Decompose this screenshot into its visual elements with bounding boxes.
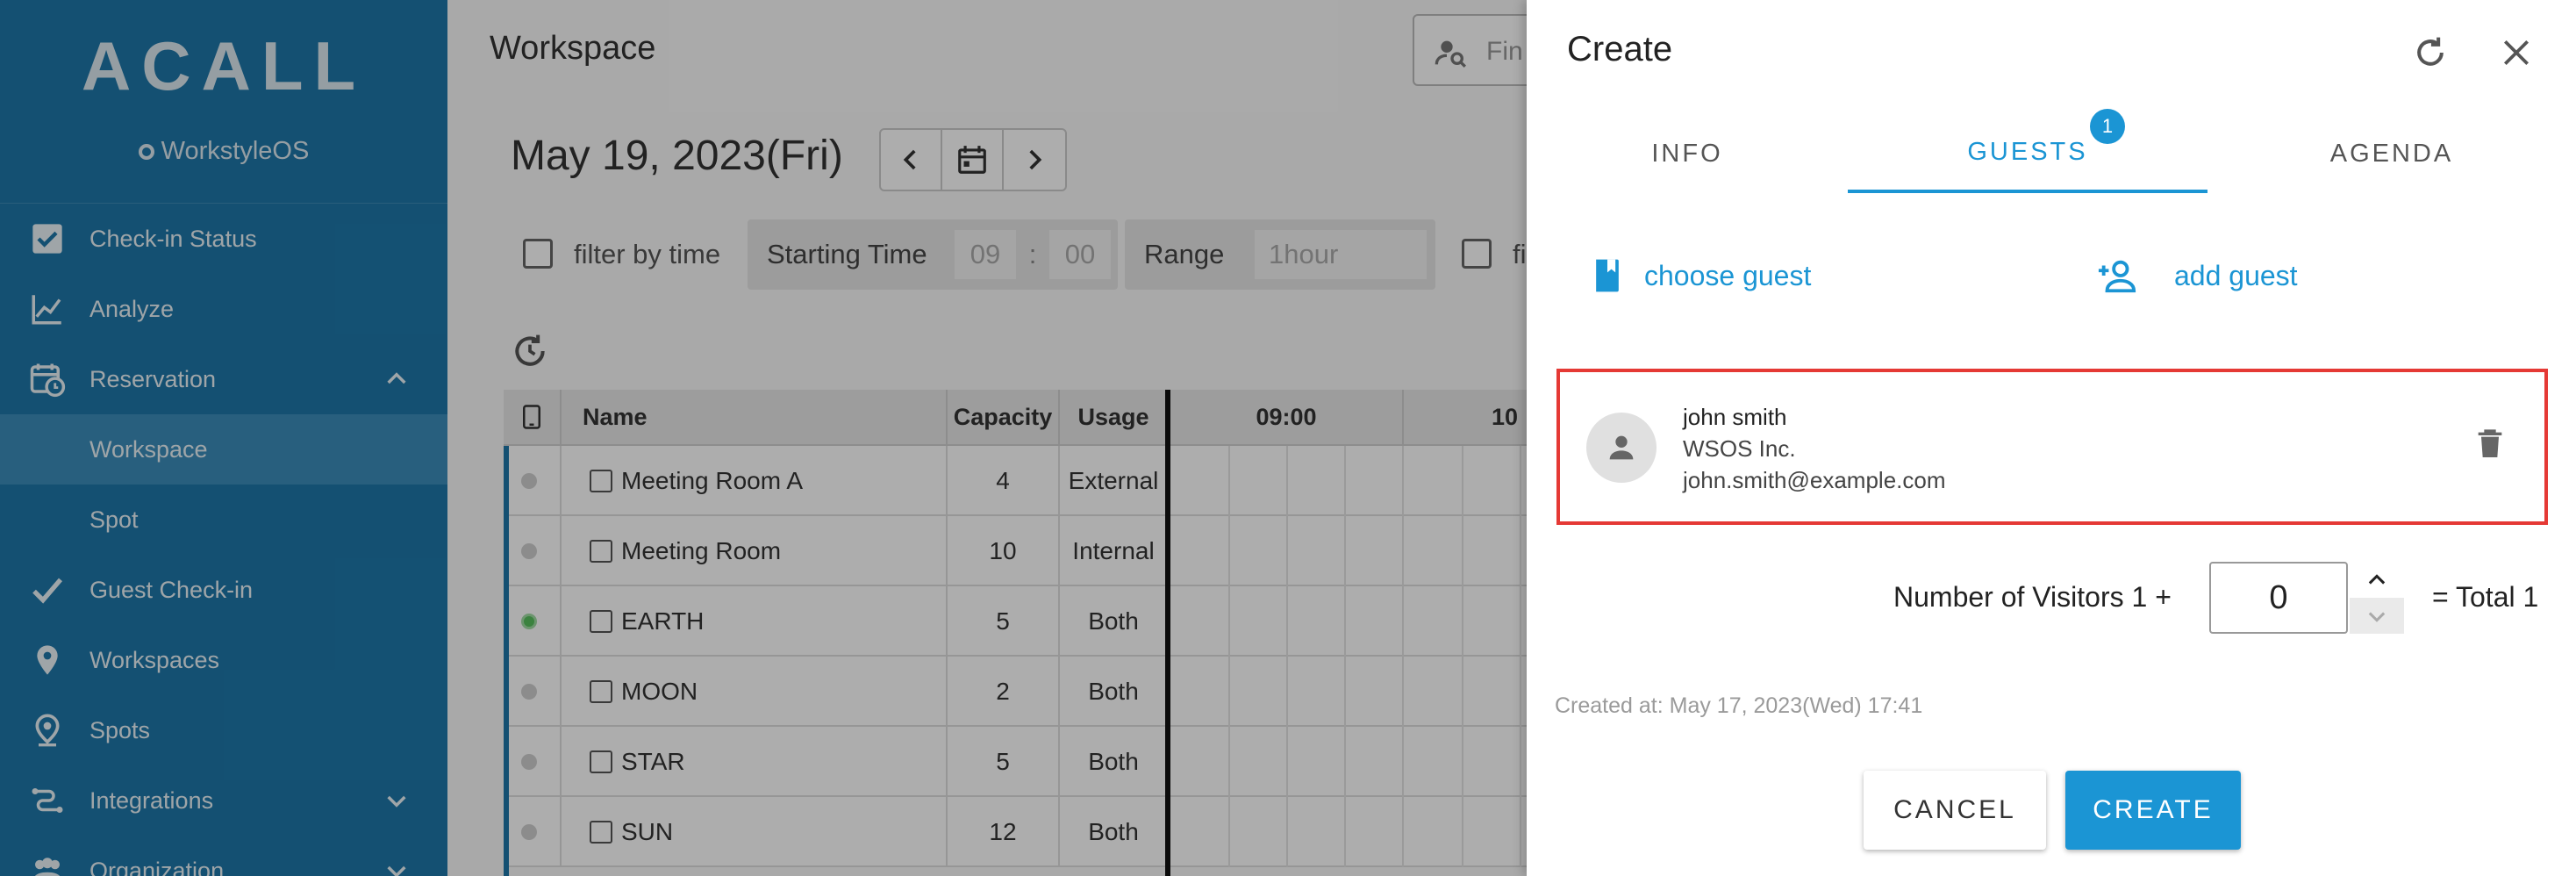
tab-info[interactable]: INFO <box>1527 114 1848 193</box>
person-icon <box>1609 435 1634 460</box>
chevron-down-icon <box>2368 611 2386 622</box>
visitors-stepper <box>2350 562 2404 634</box>
choose-guest-button[interactable]: choose guest <box>1588 248 1811 304</box>
chevron-up-icon <box>2368 573 2386 585</box>
reset-icon[interactable] <box>2409 32 2451 74</box>
tab-guests[interactable]: GUESTS 1 <box>1848 109 2207 193</box>
trash-icon <box>2478 429 2502 457</box>
guest-email: john.smith@example.com <box>1683 467 1946 493</box>
add-person-icon <box>2098 260 2136 293</box>
visitors-input[interactable]: 0 <box>2209 562 2348 634</box>
guests-count-badge: 1 <box>2090 109 2125 144</box>
close-icon[interactable] <box>2495 32 2537 74</box>
modal-backdrop[interactable] <box>0 0 1527 876</box>
cancel-button[interactable]: CANCEL <box>1864 771 2046 850</box>
decrement-button[interactable] <box>2350 598 2404 634</box>
total-visitors: = Total 1 <box>2432 581 2539 613</box>
tab-agenda[interactable]: AGENDA <box>2207 114 2576 193</box>
drawer-title: Create <box>1567 30 1673 68</box>
guest-company: WSOS Inc. <box>1683 435 1796 462</box>
increment-button[interactable] <box>2350 562 2404 598</box>
guest-card[interactable]: john smith WSOS Inc. john.smith@example.… <box>1556 369 2548 525</box>
add-guest-button[interactable]: add guest <box>2095 248 2298 304</box>
created-at: Created at: May 17, 2023(Wed) 17:41 <box>1555 693 1923 718</box>
drawer-tabs: INFO GUESTS 1 AGENDA <box>1527 109 2576 193</box>
guest-name: john smith <box>1683 404 1787 430</box>
contact-book-icon <box>1596 259 1619 292</box>
create-reservation-drawer: Create INFO GUESTS 1 AGENDA choose guest… <box>1527 0 2576 876</box>
create-button[interactable]: CREATE <box>2065 771 2241 850</box>
delete-guest-button[interactable] <box>2472 425 2508 468</box>
avatar <box>1586 413 1657 483</box>
visitors-label: Number of Visitors 1 + <box>1893 581 2172 613</box>
